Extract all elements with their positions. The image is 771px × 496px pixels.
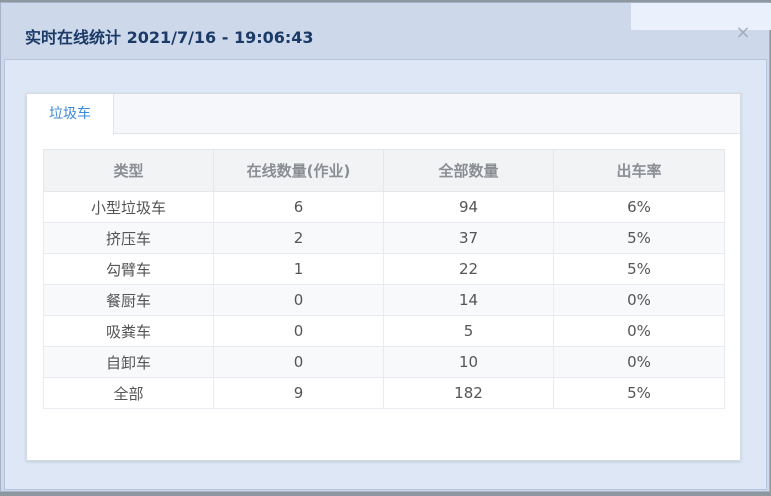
- column-header-online: 在线数量(作业): [213, 149, 384, 192]
- cell-online: 0: [213, 346, 384, 378]
- cell-rate: 0%: [553, 315, 725, 347]
- tab-garbage-truck[interactable]: 垃圾车: [27, 94, 114, 135]
- cell-rate: 5%: [553, 253, 725, 285]
- cell-rate: 0%: [553, 346, 725, 378]
- cell-total: 22: [383, 253, 554, 285]
- cell-rate: 0%: [553, 284, 725, 316]
- cell-total: 5: [383, 315, 554, 347]
- dialog-title: 实时在线统计 2021/7/16 - 19:06:43: [25, 28, 314, 47]
- dialog-body: 垃圾车 类型 在线数量(作业) 全部数量 出车率 小型垃圾车 6 94 6% 挤…: [4, 59, 767, 490]
- table-row: 挤压车 2 37 5%: [43, 222, 725, 254]
- cell-type: 勾臂车: [43, 253, 214, 285]
- cell-total: 37: [383, 222, 554, 254]
- tab-strip: 垃圾车: [27, 94, 740, 135]
- cell-type: 小型垃圾车: [43, 191, 214, 223]
- cell-total: 14: [383, 284, 554, 316]
- cell-rate: 6%: [553, 191, 725, 223]
- table-row: 餐厨车 0 14 0%: [43, 284, 725, 316]
- stats-dialog: 实时在线统计 2021/7/16 - 19:06:43 × 垃圾车 类型 在线数…: [0, 2, 771, 492]
- cell-total: 182: [383, 377, 554, 409]
- table-row: 自卸车 0 10 0%: [43, 346, 725, 378]
- table-row: 吸粪车 0 5 0%: [43, 315, 725, 347]
- column-header-rate: 出车率: [553, 149, 725, 192]
- cell-online: 6: [213, 191, 384, 223]
- table-row: 勾臂车 1 22 5%: [43, 253, 725, 285]
- column-header-total: 全部数量: [383, 149, 554, 192]
- cell-online: 1: [213, 253, 384, 285]
- table-row-total: 全部 9 182 5%: [43, 377, 725, 409]
- cell-online: 2: [213, 222, 384, 254]
- close-icon[interactable]: ×: [734, 23, 752, 43]
- cell-type: 挤压车: [43, 222, 214, 254]
- dialog-title-bar[interactable]: 实时在线统计 2021/7/16 - 19:06:43 ×: [1, 3, 771, 59]
- column-header-type: 类型: [43, 149, 214, 192]
- table-header-row: 类型 在线数量(作业) 全部数量 出车率: [43, 149, 725, 192]
- cell-type: 吸粪车: [43, 315, 214, 347]
- cell-type: 餐厨车: [43, 284, 214, 316]
- cell-online: 0: [213, 315, 384, 347]
- cell-online: 0: [213, 284, 384, 316]
- table-row: 小型垃圾车 6 94 6%: [43, 191, 725, 223]
- cell-online: 9: [213, 377, 384, 409]
- cell-type: 自卸车: [43, 346, 214, 378]
- stats-table: 类型 在线数量(作业) 全部数量 出车率 小型垃圾车 6 94 6% 挤压车 2…: [43, 149, 725, 409]
- cell-total: 10: [383, 346, 554, 378]
- cell-rate: 5%: [553, 377, 725, 409]
- cell-total: 94: [383, 191, 554, 223]
- cell-rate: 5%: [553, 222, 725, 254]
- stats-panel: 垃圾车 类型 在线数量(作业) 全部数量 出车率 小型垃圾车 6 94 6% 挤…: [26, 93, 741, 461]
- cell-type: 全部: [43, 377, 214, 409]
